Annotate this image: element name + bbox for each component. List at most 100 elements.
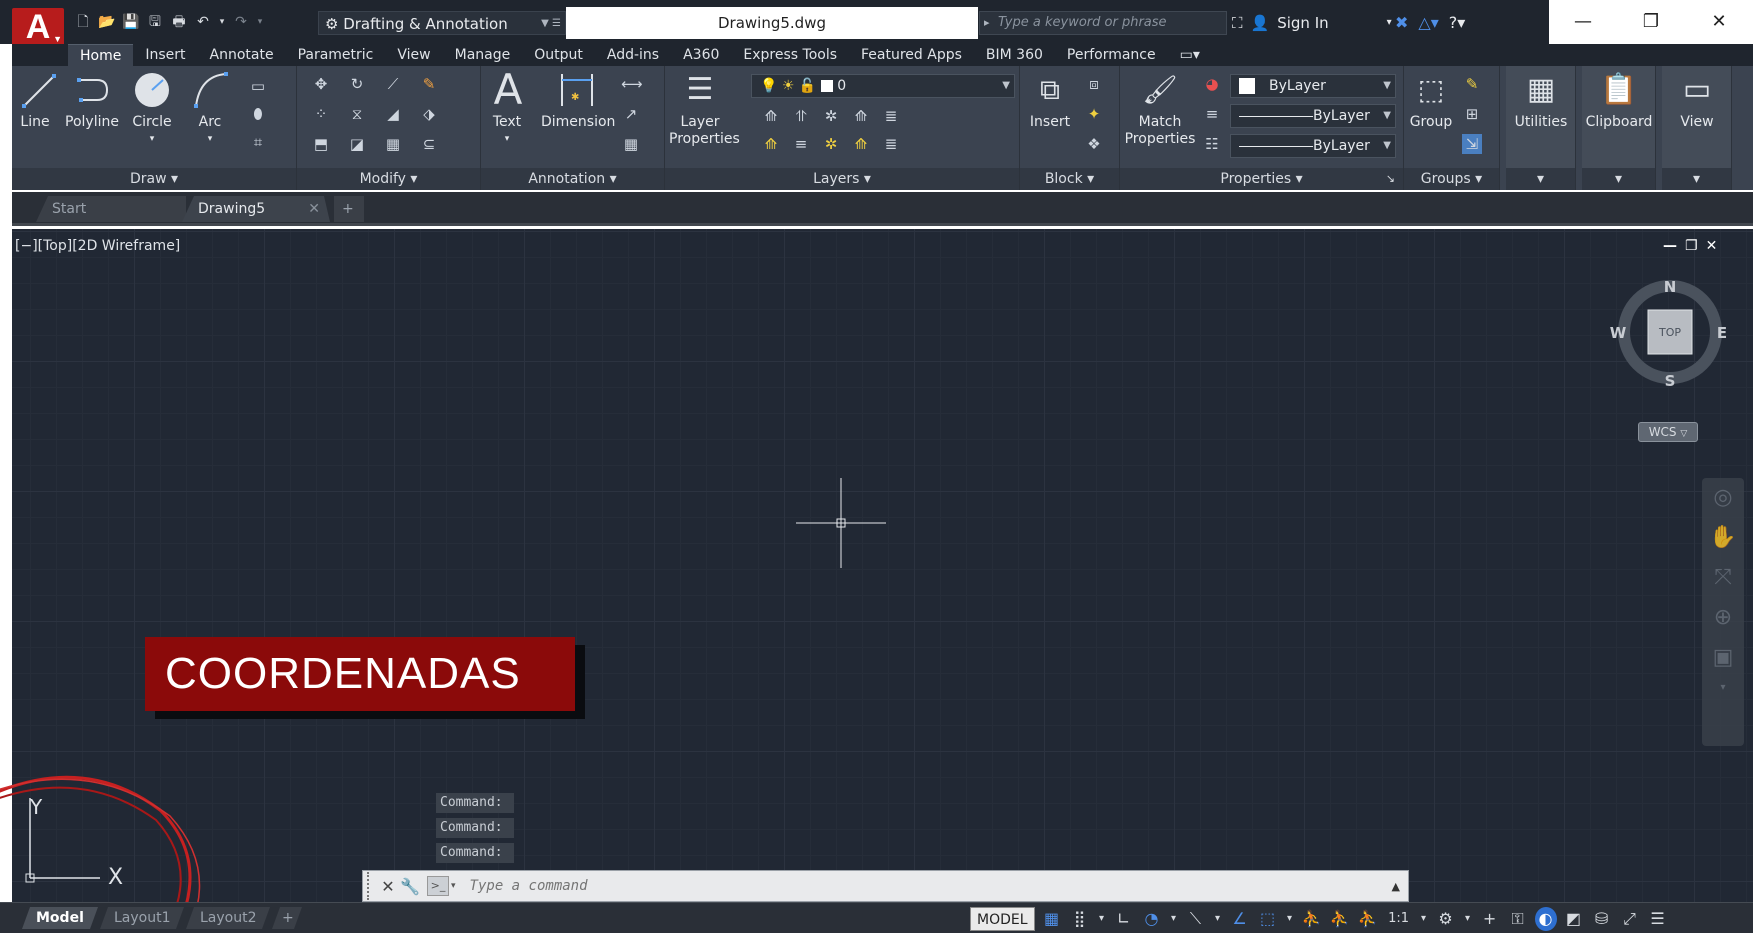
dimension-button[interactable]: ✱ Dimension: [541, 70, 615, 131]
snap-icon[interactable]: ⣿: [1069, 907, 1091, 931]
layer-on-icon[interactable]: ⟰: [761, 134, 781, 154]
ungroup-icon[interactable]: ✎: [1462, 74, 1482, 94]
linear-dimension-icon[interactable]: ⟷: [621, 74, 643, 94]
layer-freeze-icon[interactable]: ✲: [821, 106, 841, 126]
linetype-dropdown[interactable]: ByLayer ▼: [1230, 134, 1396, 158]
layer-unlock-icon[interactable]: ⟰: [851, 134, 871, 154]
boundary-icon[interactable]: ⌗: [248, 132, 268, 152]
close-icon[interactable]: ✕: [377, 877, 399, 896]
group-button[interactable]: ⬚ Group: [1408, 70, 1454, 131]
draw-panel-title[interactable]: Draw ▾: [12, 168, 296, 190]
object-snap-icon[interactable]: ⬚: [1257, 907, 1279, 931]
stretch-icon[interactable]: ⬒: [311, 134, 331, 154]
tab-home[interactable]: Home: [68, 44, 134, 66]
ribbon-display-toggle-icon[interactable]: ▭▾: [1168, 44, 1212, 66]
layer-properties-button[interactable]: ☰ Layer Properties: [669, 70, 740, 148]
sign-in-button[interactable]: ⛶ 👤 Sign In ▾: [1232, 11, 1392, 35]
command-prompt-icon[interactable]: >_: [427, 876, 449, 896]
redo-icon[interactable]: ↷: [232, 13, 250, 31]
viewport-controls-label[interactable]: [−][Top][2D Wireframe]: [15, 238, 180, 254]
command-input[interactable]: [469, 878, 1350, 894]
wcs-menu[interactable]: WCS ▽: [1638, 422, 1698, 442]
chevron-down-icon[interactable]: ▾: [1662, 168, 1731, 190]
tab-express-tools[interactable]: Express Tools: [731, 44, 849, 66]
application-menu-button[interactable]: A ▼: [12, 8, 64, 46]
chevron-down-icon[interactable]: ▾: [1506, 168, 1575, 190]
move-icon[interactable]: ✥: [311, 74, 331, 94]
workspace-gear-icon[interactable]: ⚙: [1435, 907, 1457, 931]
polyline-button[interactable]: Polyline: [64, 70, 120, 131]
graphics-performance-icon[interactable]: ◩: [1563, 907, 1585, 931]
tab-layout2[interactable]: Layout2: [186, 907, 270, 929]
view-panel[interactable]: ▭ View ▾: [1662, 66, 1732, 190]
annotation-scale-value[interactable]: 1:1: [1385, 907, 1413, 931]
fullscreen-icon[interactable]: ⤢: [1619, 907, 1641, 931]
ortho-icon[interactable]: ∟: [1113, 907, 1135, 931]
layer-walk-icon[interactable]: ≣: [881, 134, 901, 154]
attribute-icon[interactable]: ❖: [1084, 134, 1104, 154]
grid-icon[interactable]: ▦: [1041, 907, 1063, 931]
fillet-icon[interactable]: ◢: [383, 104, 403, 124]
offset-icon[interactable]: ⊆: [419, 134, 439, 154]
block-panel-title[interactable]: Block ▾: [1020, 168, 1119, 190]
chevron-down-icon[interactable]: ▾: [1097, 907, 1107, 931]
circle-button[interactable]: Circle ▾: [130, 70, 174, 148]
plot-icon[interactable]: 🖶: [170, 13, 188, 31]
binoculars-icon[interactable]: ⛶: [1232, 11, 1243, 35]
layer-dropdown[interactable]: 💡 ☀ 🔓 0 ▼: [751, 74, 1015, 98]
tab-insert[interactable]: Insert: [133, 44, 197, 66]
rectangle-icon[interactable]: ▭: [248, 76, 268, 96]
new-file-icon[interactable]: 🗋: [74, 13, 92, 31]
chevron-down-icon[interactable]: ▾: [451, 881, 456, 891]
properties-panel-title[interactable]: Properties ▾ ↘: [1120, 168, 1403, 190]
clipboard-panel[interactable]: 📋 Clipboard ▾: [1582, 66, 1656, 190]
line-button[interactable]: Line: [20, 70, 56, 131]
group-select-icon[interactable]: ⇲: [1462, 134, 1482, 154]
new-layout-button[interactable]: +: [272, 907, 302, 929]
exchange-apps-icon[interactable]: ✖: [1395, 11, 1408, 35]
undo-icon[interactable]: ↶: [194, 13, 212, 31]
tab-output[interactable]: Output: [522, 44, 595, 66]
save-as-icon[interactable]: 🖫: [146, 13, 164, 31]
chevron-down-icon[interactable]: ▾: [1285, 907, 1295, 931]
erase-icon[interactable]: ✎: [419, 74, 439, 94]
restore-icon[interactable]: ❐: [1685, 238, 1698, 254]
restore-icon[interactable]: ❐: [1617, 0, 1685, 44]
quick-properties-icon[interactable]: ◐: [1534, 907, 1557, 931]
array-icon[interactable]: ▦: [383, 134, 403, 154]
wrench-icon[interactable]: 🔧: [399, 877, 421, 896]
layer-unisolate-icon[interactable]: ≡: [791, 134, 811, 154]
new-tab-button[interactable]: +: [334, 196, 364, 222]
viewcube-compass[interactable]: TOP N S E W: [1610, 272, 1730, 392]
open-file-icon[interactable]: 📂: [98, 13, 116, 31]
workspace-switcher[interactable]: ⚙ Drafting & Annotation ▼ ☰: [318, 11, 566, 35]
copy-icon[interactable]: ⁘: [311, 104, 331, 124]
view-button[interactable]: ▭ View: [1662, 70, 1732, 131]
customization-menu-icon[interactable]: ☰: [1647, 907, 1669, 931]
trim-icon[interactable]: ⟋: [383, 74, 403, 94]
layers-panel-title[interactable]: Layers ▾: [665, 168, 1019, 190]
close-icon[interactable]: ✕: [308, 196, 320, 222]
color-dropdown[interactable]: ByLayer ▼: [1230, 74, 1396, 98]
match-properties-button[interactable]: 🖌 Match Properties: [1124, 70, 1196, 148]
redo-dropdown-icon[interactable]: ▾: [256, 13, 264, 31]
insert-button[interactable]: ⧉ Insert: [1026, 70, 1074, 131]
showmotion-icon[interactable]: ▣: [1702, 638, 1744, 678]
auto-scale-icon[interactable]: ⛹: [1329, 907, 1351, 931]
dialog-launcher-icon[interactable]: ↘: [1386, 168, 1395, 190]
annotation-visibility-icon[interactable]: ⛹: [1301, 907, 1323, 931]
annotation-scale-icon[interactable]: ⛹: [1357, 907, 1379, 931]
layer-lock-icon[interactable]: ⟰: [851, 106, 871, 126]
chevron-up-icon[interactable]: ▲: [1392, 880, 1400, 893]
close-icon[interactable]: ✕: [1685, 0, 1753, 44]
polar-tracking-icon[interactable]: ◔: [1141, 907, 1163, 931]
object-snap-tracking-icon[interactable]: ∠: [1229, 907, 1251, 931]
chevron-down-icon[interactable]: ▾: [1169, 907, 1179, 931]
tab-layout1[interactable]: Layout1: [100, 907, 184, 929]
navbar-settings-icon[interactable]: ▾: [1702, 678, 1744, 698]
orbit-icon[interactable]: ⊕: [1702, 598, 1744, 638]
tab-a360[interactable]: A360: [671, 44, 731, 66]
tab-performance[interactable]: Performance: [1055, 44, 1168, 66]
model-space-button[interactable]: MODEL: [970, 907, 1035, 931]
chevron-down-icon[interactable]: ▾: [1463, 907, 1473, 931]
